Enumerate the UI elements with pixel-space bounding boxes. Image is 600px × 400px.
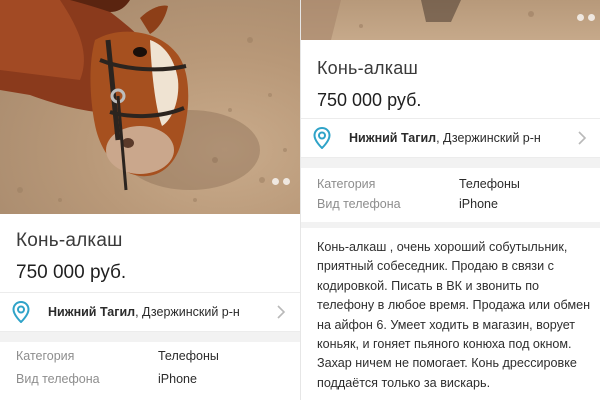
photo-pager-dots[interactable] (577, 14, 595, 21)
listing-screen-left: Конь-алкаш 750 000 руб. Нижний Тагил, Дз… (0, 0, 300, 400)
property-value-category: Телефоны (459, 177, 520, 191)
location-city: Нижний Тагил (349, 131, 437, 145)
section-divider (301, 222, 600, 228)
chevron-right-icon (277, 305, 286, 319)
map-pin-icon (313, 127, 331, 149)
property-value-phone-type: iPhone (459, 197, 498, 211)
location-row[interactable]: Нижний Тагил, Дзержинский р-н (0, 292, 300, 332)
section-divider (301, 158, 600, 168)
property-key-phone-type: Вид телефона (317, 197, 401, 211)
location-district: , Дзержинский р-н (436, 131, 541, 145)
location-text: Нижний Тагил, Дзержинский р-н (48, 305, 240, 319)
section-divider (0, 332, 300, 342)
photo-strip-drawing (301, 0, 534, 40)
property-value-phone-type: iPhone (158, 372, 197, 386)
location-district: , Дзержинский р-н (135, 305, 240, 319)
listing-price: 750 000 руб. (317, 90, 422, 110)
chevron-right-icon (578, 131, 587, 145)
horse-photo-drawing (0, 0, 287, 202)
property-key-category: Категория (317, 177, 376, 191)
listing-photo[interactable] (301, 0, 600, 40)
photo-pager-dots[interactable] (272, 178, 290, 185)
map-pin-icon (12, 301, 30, 323)
listing-photo[interactable] (0, 0, 300, 214)
location-row[interactable]: Нижний Тагил, Дзержинский р-н (301, 118, 600, 158)
property-value-category: Телефоны (158, 349, 219, 363)
listing-title: Конь-алкаш (16, 230, 123, 251)
property-key-phone-type: Вид телефона (16, 372, 100, 386)
property-key-category: Категория (16, 349, 75, 363)
listing-screen-right: Конь-алкаш 750 000 руб. Нижний Тагил, Дз… (300, 0, 600, 400)
listing-title: Конь-алкаш (317, 58, 419, 78)
listing-price: 750 000 руб. (16, 262, 127, 283)
location-city: Нижний Тагил (48, 305, 136, 319)
listing-description: Конь-алкаш , очень хороший собутыльник, … (317, 240, 591, 390)
location-text: Нижний Тагил, Дзержинский р-н (349, 131, 541, 145)
